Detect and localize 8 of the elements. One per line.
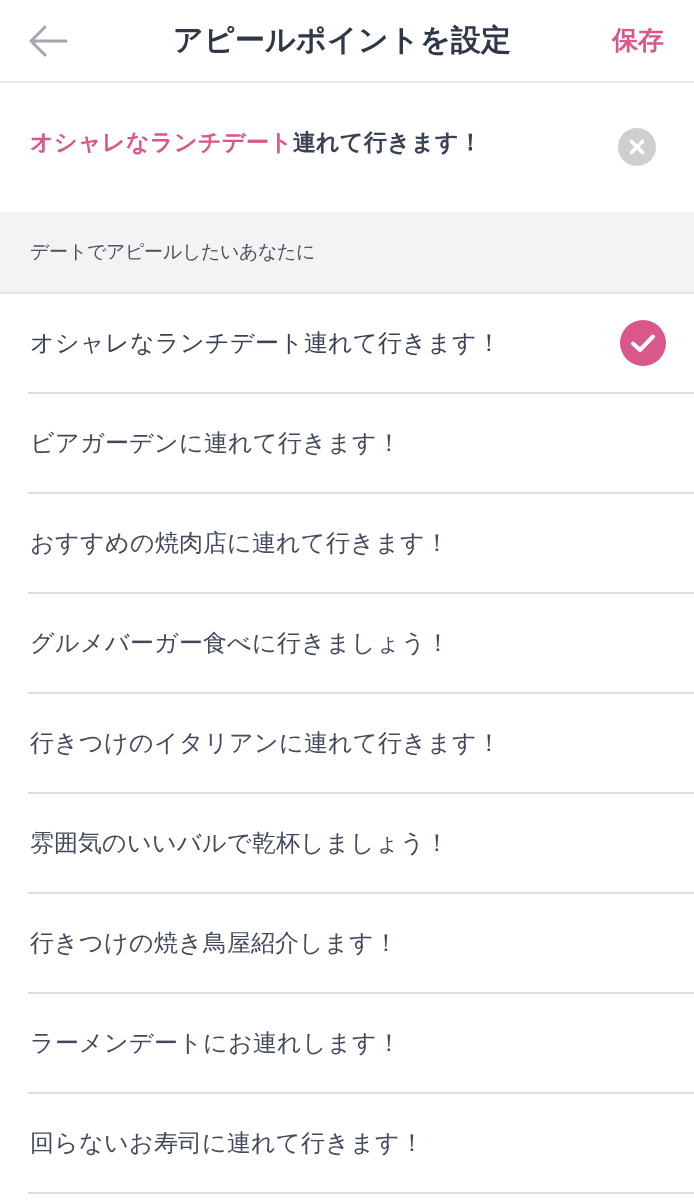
section-title: デートでアピールしたいあなたに: [30, 239, 315, 264]
close-icon: [618, 128, 656, 166]
back-arrow-icon: [28, 24, 68, 57]
selected-appeal-text: オシャレなランチデート 連れて行きます！: [30, 128, 482, 157]
clear-button[interactable]: [618, 128, 656, 166]
check-icon: [620, 320, 666, 366]
screen-title: アピールポイントを設定: [173, 21, 511, 59]
save-button[interactable]: 保存: [612, 23, 664, 58]
